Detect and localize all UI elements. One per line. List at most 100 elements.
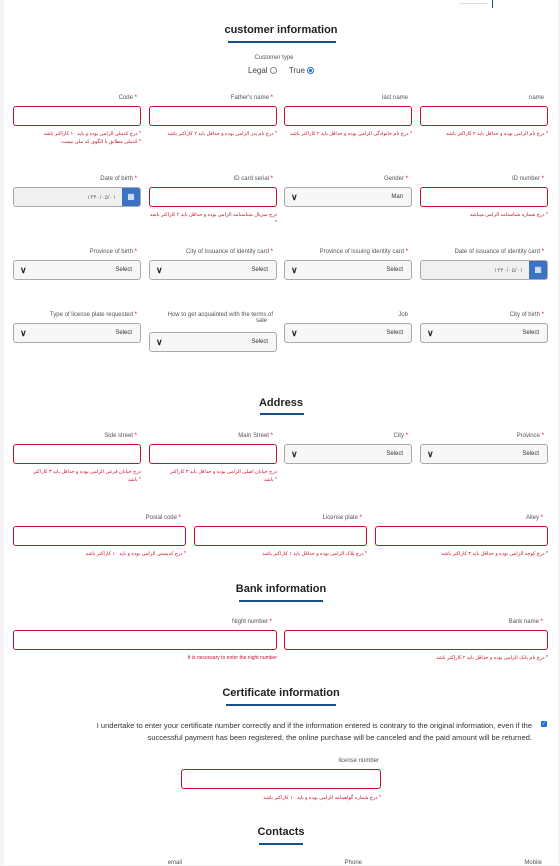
- side-street-label: Side street *: [104, 433, 137, 439]
- code-input[interactable]: [13, 106, 141, 126]
- license-plate-input[interactable]: [194, 526, 367, 546]
- side-street-input[interactable]: [13, 444, 141, 464]
- section-title-certificate: Certificate information: [222, 687, 340, 699]
- license-number-input[interactable]: [181, 769, 381, 789]
- customer-type-options: Legal True: [248, 66, 314, 75]
- section-underline: [259, 843, 303, 845]
- customer-type-label: Customer type: [254, 55, 294, 61]
- section-title-customer: customer information: [224, 24, 338, 36]
- agree-checkbox[interactable]: ✓: [541, 721, 547, 727]
- plate-type-label: Type of license plate requested *: [49, 312, 137, 318]
- id-serial-label: ID card serial *: [233, 176, 273, 182]
- section-underline: [239, 600, 323, 602]
- chevron-down-icon: ∨: [20, 328, 27, 338]
- chevron-down-icon: ∨: [291, 449, 298, 459]
- night-number-label: Night number *: [231, 619, 272, 625]
- dob-label: Date of birth *: [100, 176, 137, 182]
- id-number-error: درج شماره شناسنامه الزامی میباشد *: [469, 212, 548, 218]
- radio-true-label: True: [288, 66, 305, 75]
- id-serial-error: درج سریال شناسنامه الزامی بوده و حداقل ب…: [149, 212, 277, 226]
- section-title-bank: Bank information: [235, 583, 327, 595]
- dob-value: ۱۳۴۰/۰۵/۰۱: [86, 195, 116, 201]
- code-error: درج کدملی الزامی بوده و باید ۱۰ کاراکتر …: [43, 131, 141, 145]
- date-issuance-picker[interactable]: ۱۳۴۰/۰۵/۰۱ ▦: [420, 260, 548, 280]
- alley-error: درج کوچه الزامی بوده و حداقل باید ۳ کارا…: [441, 551, 548, 557]
- section-underline: [228, 41, 336, 43]
- job-label: Job: [398, 312, 408, 318]
- province-of-birth-label: Province of birth *: [89, 249, 137, 255]
- radio-true[interactable]: [306, 67, 314, 75]
- chevron-down-icon: ∨: [291, 265, 298, 275]
- main-street-error: درج خیابان اصلی الزامی بوده و حداقل باید…: [170, 469, 277, 483]
- gender-select[interactable]: ∨ Man: [284, 187, 412, 207]
- chevron-down-icon: ∨: [427, 328, 434, 338]
- section-underline: [226, 704, 336, 706]
- chevron-down-icon: ∨: [156, 337, 163, 347]
- city-issuance-select[interactable]: ∨ Select: [149, 260, 277, 280]
- father-name-label: Father's name *: [230, 95, 273, 101]
- license-number-error: درج شماره گواهینامه الزامی بوده و باید ۱…: [263, 795, 381, 801]
- email-label: email: [167, 860, 182, 866]
- chevron-down-icon: ∨: [291, 328, 298, 338]
- radio-legal[interactable]: [269, 67, 277, 75]
- main-street-input[interactable]: [149, 444, 277, 464]
- postal-code-label: Postal code *: [145, 515, 181, 521]
- code-label: Code *: [118, 95, 137, 101]
- city-of-birth-label: City of birth *: [509, 312, 544, 318]
- province-issuing-label: Province of issuing identity card *: [319, 249, 408, 255]
- dob-picker[interactable]: ۱۳۴۰/۰۵/۰۱ ▦: [13, 187, 141, 207]
- city-of-birth-select[interactable]: ∨ Select: [420, 323, 548, 343]
- chevron-down-icon: ∨: [20, 265, 27, 275]
- bank-name-input[interactable]: [284, 630, 548, 650]
- name-error: درج نام الزامی بوده و حداقل باید ۲ کاراک…: [446, 131, 548, 137]
- section-title-address: Address: [258, 397, 304, 409]
- alley-input[interactable]: [375, 526, 548, 546]
- bank-name-error: درج نام بانک الزامی بوده و حداقل باید ۲ …: [435, 655, 548, 661]
- id-serial-input[interactable]: [149, 187, 277, 207]
- top-strip: [4, 0, 558, 8]
- chevron-down-icon: ∨: [291, 192, 298, 202]
- id-number-input[interactable]: [420, 187, 548, 207]
- chevron-down-icon: ∨: [156, 265, 163, 275]
- bank-name-label: Bank name *: [508, 619, 543, 625]
- city-select[interactable]: ∨ Select: [284, 444, 412, 464]
- province-issuing-select[interactable]: ∨ Select: [284, 260, 412, 280]
- plate-type-select[interactable]: ∨ Select: [13, 323, 141, 343]
- night-number-input[interactable]: [13, 630, 277, 650]
- province-select[interactable]: ∨ Select: [420, 444, 548, 464]
- calendar-icon[interactable]: ▦: [122, 188, 140, 206]
- father-name-input[interactable]: [149, 106, 277, 126]
- main-street-label: Main Street *: [238, 433, 273, 439]
- postal-code-input[interactable]: [13, 526, 186, 546]
- id-number-label: ID number *: [511, 176, 544, 182]
- mobile-label: Mobile: [524, 860, 542, 866]
- license-number-label: license number: [338, 758, 379, 764]
- certificate-notice: I undertake to enter your certificate nu…: [96, 721, 532, 742]
- name-input[interactable]: [420, 106, 548, 126]
- phone-label: Phone: [344, 860, 362, 866]
- father-name-error: درج نام پدر الزامی بوده و حداقل باید ۲ ک…: [167, 131, 277, 137]
- postal-code-error: درج کدپستی الزامی بوده و باید ۱۰ کاراکتر…: [85, 551, 186, 557]
- last-name-input[interactable]: [284, 106, 412, 126]
- city-issuance-label: City of issuance of identity card *: [185, 249, 273, 255]
- job-select[interactable]: ∨ Select: [284, 323, 412, 343]
- chevron-down-icon: ∨: [427, 449, 434, 459]
- city-label: City *: [393, 433, 408, 439]
- calendar-icon[interactable]: ▦: [529, 261, 547, 279]
- name-label: name: [528, 95, 544, 101]
- acquaint-label: How to get acquainted with the terms of s…: [167, 312, 273, 324]
- top-tab-ghost: [459, 0, 487, 4]
- province-of-birth-select[interactable]: ∨ Select: [13, 260, 141, 280]
- license-plate-error: درج پلاک الزامی بوده و حداقل باید ۱ کارا…: [262, 551, 367, 557]
- section-underline: [260, 413, 304, 415]
- acquaint-select[interactable]: ∨ Select: [149, 332, 277, 352]
- license-plate-label: License plate *: [322, 515, 362, 521]
- date-issuance-value: ۱۳۴۰/۰۵/۰۱: [493, 268, 523, 274]
- date-issuance-label: Date of issuance of identity card *: [454, 249, 544, 255]
- form-page: customer information Customer type Legal…: [4, 0, 558, 866]
- alley-label: Alley *: [525, 515, 543, 521]
- top-divider: [492, 0, 493, 8]
- section-title-contacts: Contacts: [257, 826, 305, 838]
- gender-label: Gender *: [383, 176, 408, 182]
- last-name-label: last name: [381, 95, 408, 101]
